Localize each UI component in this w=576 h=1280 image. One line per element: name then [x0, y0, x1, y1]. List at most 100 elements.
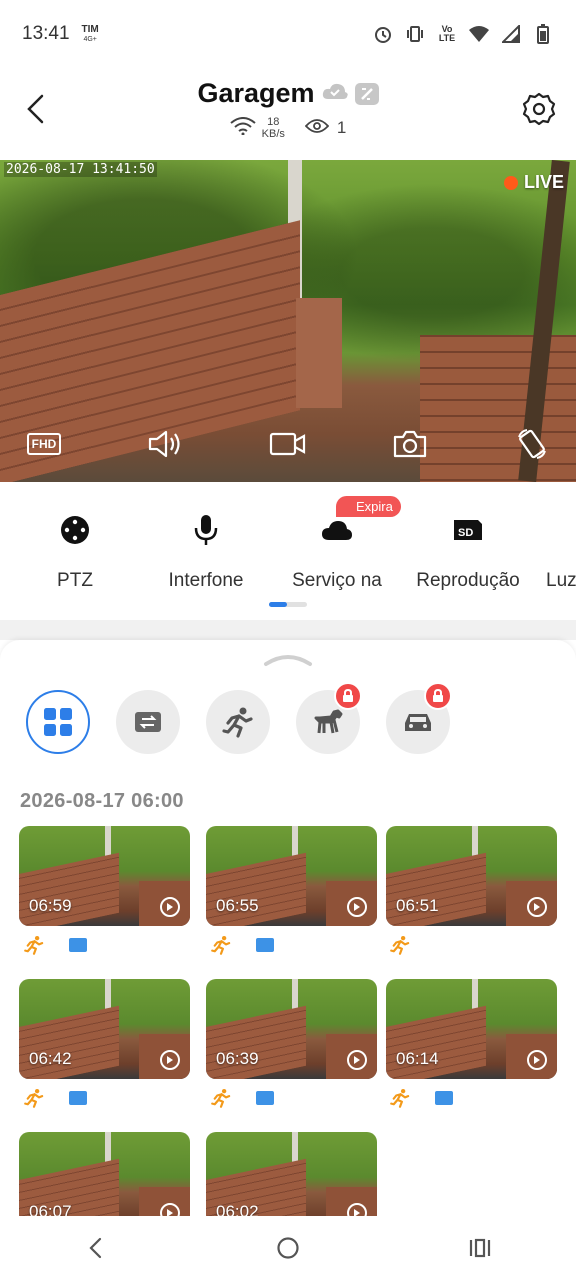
function-bar: PTZ Interfone Serviço na Expira SD Repro… [0, 484, 576, 604]
connection-info: 18 KB/s 1 [0, 116, 576, 140]
sd-card-icon: SD [452, 514, 484, 546]
motion-tag-icon [23, 934, 45, 956]
running-person-icon [222, 707, 253, 738]
motion-tag-icon [23, 1087, 45, 1109]
event-date-header: 2026-08-17 06:00 [20, 790, 184, 812]
play-icon [527, 897, 547, 917]
signal-icon [500, 23, 522, 45]
nav-back-icon [89, 1237, 102, 1259]
nav-recents-button[interactable] [458, 1226, 502, 1270]
nav-home-button[interactable] [266, 1226, 310, 1270]
event-tags [210, 934, 276, 956]
ptz-icon [59, 514, 91, 546]
event-tags [23, 934, 89, 956]
play-icon [160, 897, 180, 917]
event-tags [389, 934, 411, 956]
lock-icon [334, 682, 362, 710]
event-filters [26, 682, 452, 754]
filter-pet[interactable] [296, 682, 362, 754]
event-clip[interactable]: 06:42 [19, 979, 190, 1079]
system-nav-bar [0, 1216, 576, 1280]
status-time: 13:41 [22, 23, 70, 44]
vibrate-icon [404, 23, 426, 45]
carrier-label: TIM 4G+ [81, 23, 99, 43]
filter-vehicle[interactable] [386, 682, 452, 754]
device-title: Garagem [197, 78, 315, 108]
rotate-button[interactable] [512, 426, 552, 462]
lock-icon [424, 682, 452, 710]
filter-motion[interactable] [206, 690, 270, 754]
event-tags [210, 1087, 276, 1109]
microphone-icon [190, 514, 222, 546]
other-tag-icon [433, 1087, 455, 1109]
cloud-icon [321, 514, 353, 546]
other-tag-icon [67, 934, 89, 956]
motion-tag-icon [389, 1087, 411, 1109]
func-intercom[interactable]: Interfone [141, 484, 271, 594]
event-clip[interactable]: 06:59 [19, 826, 190, 926]
rotate-screen-icon [518, 429, 546, 459]
other-tag-icon [254, 934, 276, 956]
live-dot-icon [503, 175, 518, 190]
play-icon [527, 1050, 547, 1070]
play-icon [160, 1050, 180, 1070]
other-events-icon [135, 712, 161, 732]
play-icon [347, 897, 367, 917]
video-timestamp: 2026-08-17 13:41:50 [4, 162, 157, 177]
function-pager [269, 602, 307, 607]
func-light[interactable]: Luz [534, 484, 576, 594]
volte-icon: Vo LTE [438, 24, 456, 43]
chevron-up-icon [264, 655, 312, 666]
title-row: Garagem [0, 78, 576, 109]
status-icons: Vo LTE [372, 23, 554, 45]
func-playback[interactable]: SD Reprodução [403, 484, 533, 594]
cloud-status-icon [321, 81, 349, 106]
motion-tag-icon [210, 934, 232, 956]
nav-home-icon [277, 1237, 299, 1259]
panel-handle[interactable] [262, 648, 314, 668]
filter-all[interactable] [26, 690, 90, 754]
event-clip[interactable]: 06:14 [386, 979, 557, 1079]
live-indicator: LIVE [503, 172, 564, 193]
event-tags [23, 1087, 89, 1109]
header: Garagem 18 KB/s 1 [0, 68, 576, 158]
play-icon [347, 1050, 367, 1070]
motion-tag-icon [389, 934, 411, 956]
status-bar: 13:41 TIM 4G+ Vo LTE [0, 0, 576, 68]
alarm-icon [372, 23, 394, 45]
speaker-icon [148, 430, 180, 458]
sd-status-icon [354, 82, 379, 105]
pet-icon [314, 709, 343, 734]
event-clip[interactable]: 06:55 [206, 826, 377, 926]
settings-button[interactable] [520, 90, 558, 128]
live-video[interactable]: 2026-08-17 13:41:50 LIVE FHD [0, 160, 576, 482]
event-clip[interactable]: 06:39 [206, 979, 377, 1079]
func-ptz[interactable]: PTZ [10, 484, 140, 594]
eye-icon [304, 118, 330, 139]
gear-icon [522, 92, 556, 126]
viewer-count: 1 [336, 118, 347, 137]
event-clip[interactable]: 06:51 [386, 826, 557, 926]
video-camera-icon [269, 432, 306, 456]
nav-back-button[interactable] [74, 1226, 118, 1270]
car-icon [405, 714, 431, 731]
event-tags [389, 1087, 455, 1109]
battery-icon [532, 23, 554, 45]
motion-tag-icon [210, 1087, 232, 1109]
other-tag-icon [254, 1087, 276, 1109]
snapshot-button[interactable] [390, 426, 430, 462]
filter-other[interactable] [116, 690, 180, 754]
svg-text:SD: SD [458, 527, 473, 539]
camera-icon [393, 430, 427, 458]
bitrate: 18 KB/s [261, 116, 285, 140]
events-panel: 2026-08-17 06:00 06:59 06:55 06:51 06:42… [0, 640, 576, 1232]
wifi-status-icon [468, 23, 490, 45]
other-tag-icon [67, 1087, 89, 1109]
expiry-badge: Expira [336, 496, 401, 517]
quality-button[interactable]: FHD [24, 426, 64, 462]
record-button[interactable] [268, 426, 308, 462]
wifi-icon [230, 116, 256, 140]
grid-icon [44, 708, 72, 736]
speaker-button[interactable] [146, 426, 186, 462]
nav-recents-icon [469, 1238, 491, 1258]
